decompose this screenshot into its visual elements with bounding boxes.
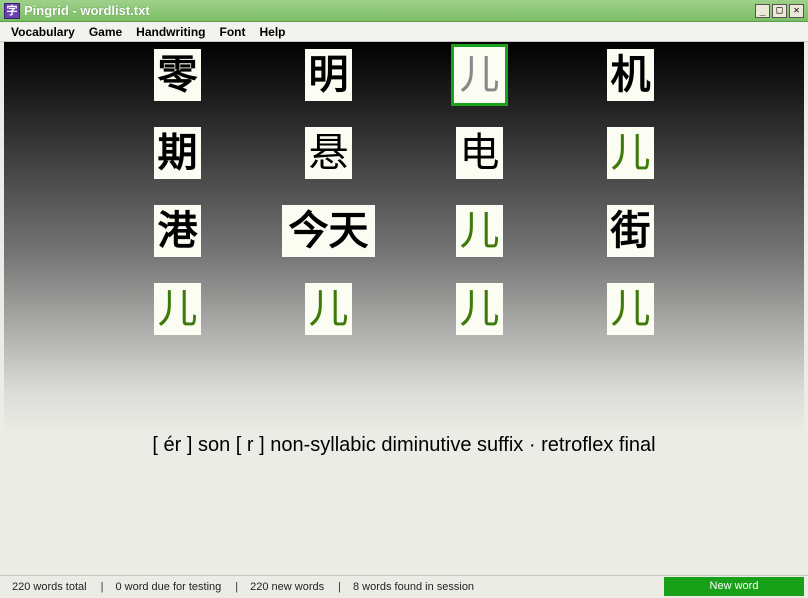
grid-cell-r3c4[interactable]: 街 <box>607 205 654 257</box>
menu-bar: Vocabulary Game Handwriting Font Help <box>0 22 808 42</box>
menu-font[interactable]: Font <box>213 25 253 39</box>
grid-cell-r3c1[interactable]: 港 <box>154 205 201 257</box>
grid-cell-r2c4[interactable]: 儿 <box>607 127 654 179</box>
grid-cell-r4c2[interactable]: 儿 <box>305 283 352 335</box>
maximize-button[interactable]: □ <box>772 4 787 18</box>
word-definition: [ ér ] son [ r ] non-syllabic diminutive… <box>152 434 656 456</box>
menu-game[interactable]: Game <box>82 25 129 39</box>
app-icon: 字 <box>4 2 20 19</box>
game-board <box>4 42 804 432</box>
close-button[interactable]: ✕ <box>789 4 804 18</box>
window-controls: _ □ ✕ <box>755 4 804 18</box>
grid-cell-r3c2[interactable]: 今天 <box>282 205 375 257</box>
status-bar: 220 words total | 0 word due for testing… <box>0 575 808 598</box>
status-separator: | <box>235 581 239 593</box>
grid-cell-r2c3[interactable]: 电 <box>456 127 503 179</box>
status-total-words: 220 words total <box>12 581 87 593</box>
menu-help[interactable]: Help <box>253 25 293 39</box>
grid-cell-r2c1[interactable]: 期 <box>154 127 201 179</box>
grid-cell-r2c2[interactable]: 悬 <box>305 127 352 179</box>
grid-cell-r1c3-selected[interactable]: 儿 <box>451 44 508 106</box>
status-new-words: 220 new words <box>250 581 325 593</box>
minimize-button[interactable]: _ <box>755 4 770 18</box>
status-due-words: 0 word due for testing <box>115 581 222 593</box>
title-bar[interactable]: 字 Pingrid - wordlist.txt _ □ ✕ <box>0 0 808 22</box>
menu-vocabulary[interactable]: Vocabulary <box>4 25 82 39</box>
status-separator: | <box>100 581 104 593</box>
new-word-button[interactable]: New word <box>664 577 804 596</box>
app-window: 字 Pingrid - wordlist.txt _ □ ✕ Vocabular… <box>0 0 808 598</box>
grid-cell-r1c4[interactable]: 机 <box>607 49 654 101</box>
grid-cell-r4c3[interactable]: 儿 <box>456 283 503 335</box>
status-separator: | <box>338 581 341 593</box>
grid-cell-r3c3[interactable]: 儿 <box>456 205 503 257</box>
grid-cell-r4c4[interactable]: 儿 <box>607 283 654 335</box>
status-found-words: 8 words found in session <box>352 581 475 593</box>
grid-cell-r1c1[interactable]: 零 <box>154 49 201 101</box>
grid-cell-r1c2[interactable]: 明 <box>305 49 352 101</box>
window-title: Pingrid - wordlist.txt <box>24 3 150 18</box>
menu-handwriting[interactable]: Handwriting <box>129 25 212 39</box>
grid-cell-r4c1[interactable]: 儿 <box>154 283 201 335</box>
